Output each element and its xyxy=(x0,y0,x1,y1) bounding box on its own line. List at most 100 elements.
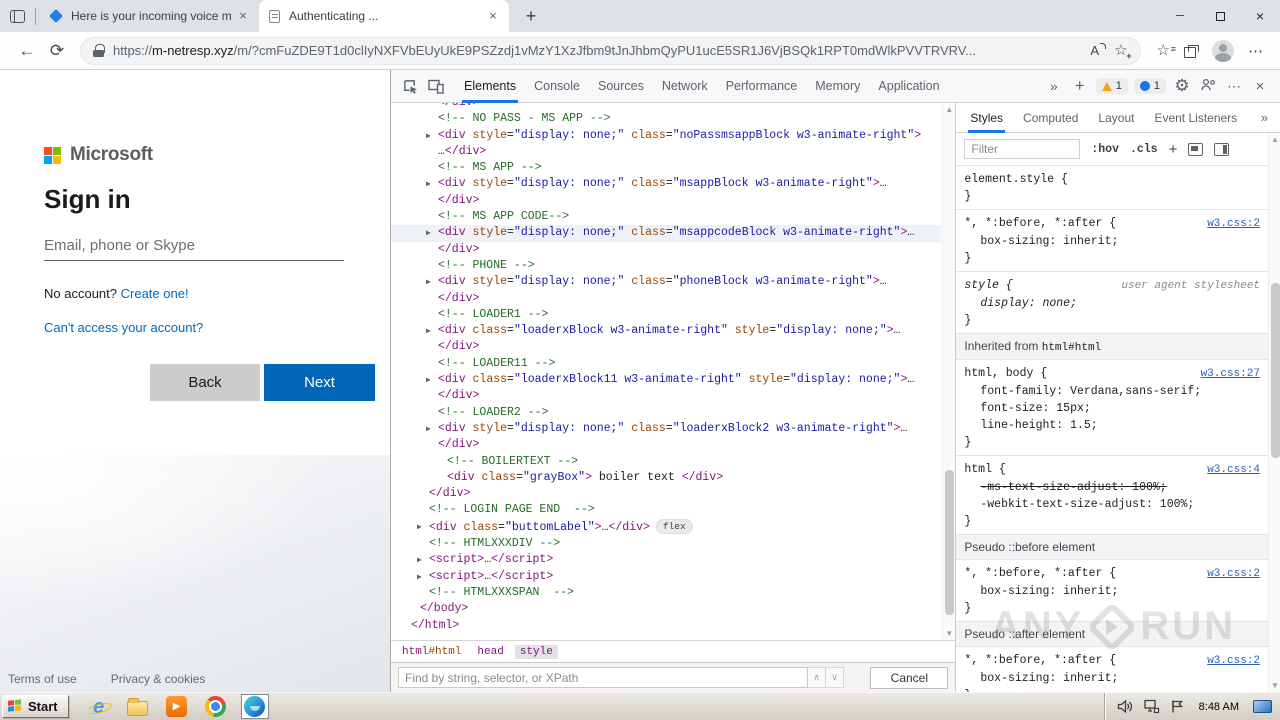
scroll-up-button[interactable]: ▲ xyxy=(1269,135,1280,144)
code-line[interactable]: </div> xyxy=(391,437,941,453)
stylesheet-source-link[interactable]: w3.css:2 xyxy=(1207,216,1260,233)
internet-explorer-taskbar-button[interactable]: e xyxy=(85,694,113,719)
devtools-tab-network[interactable]: Network xyxy=(653,70,717,103)
edge-taskbar-button[interactable] xyxy=(240,694,269,719)
code-line[interactable]: </div> xyxy=(391,242,941,258)
expand-arrow-icon[interactable]: ▶ xyxy=(417,520,422,536)
css-property[interactable]: font-family: Verdana,sans-serif; xyxy=(964,383,1260,400)
expand-arrow-icon[interactable]: ▶ xyxy=(426,129,431,145)
email-input[interactable] xyxy=(44,234,344,261)
expand-arrow-icon[interactable]: ▶ xyxy=(426,226,431,242)
tab-close-button[interactable]: × xyxy=(485,8,501,24)
breadcrumb-item[interactable]: head xyxy=(472,645,508,659)
sidebar-tab-styles[interactable]: Styles xyxy=(960,103,1013,133)
add-tools-button[interactable]: + xyxy=(1070,76,1090,96)
breadcrumb-item[interactable]: html#html xyxy=(397,645,466,659)
style-rule[interactable]: *, *:before, *:after {w3.css:2 box-sizing… xyxy=(956,647,1268,692)
vm-tray-icon[interactable] xyxy=(1253,700,1272,713)
collections-button[interactable] xyxy=(1184,44,1199,58)
stylesheet-source-link[interactable]: w3.css:2 xyxy=(1207,566,1260,583)
network-button[interactable] xyxy=(1143,699,1160,714)
devtools-tab-console[interactable]: Console xyxy=(525,70,589,103)
code-line[interactable]: </html> xyxy=(391,618,941,634)
flex-badge[interactable]: flex xyxy=(655,518,693,534)
browser-tab[interactable]: Here is your incoming voice m × xyxy=(41,0,259,32)
style-rule[interactable]: *, *:before, *:after {w3.css:2 box-sizing… xyxy=(956,560,1268,622)
more-tabs-button[interactable]: » xyxy=(1044,78,1064,94)
code-line[interactable]: <!-- HTMLXXXDIV --> xyxy=(391,536,941,552)
code-line[interactable]: </div> xyxy=(391,339,941,355)
file-explorer-taskbar-button[interactable] xyxy=(124,694,152,719)
sidebar-tab-event-listeners[interactable]: Event Listeners xyxy=(1144,103,1247,133)
stylesheet-source-link[interactable]: w3.css:2 xyxy=(1207,653,1260,670)
styles-scrollbar[interactable]: ▲ ▼ xyxy=(1268,133,1280,692)
css-property[interactable]: -webkit-text-size-adjust: 100%; xyxy=(964,496,1260,513)
devtools-tab-performance[interactable]: Performance xyxy=(717,70,807,103)
code-line[interactable]: ▶ <div class="loaderxBlock w3-animate-rig… xyxy=(391,323,941,339)
window-close-button[interactable]: × xyxy=(1240,0,1280,32)
code-line[interactable]: <!-- PHONE --> xyxy=(391,258,941,274)
cancel-button[interactable]: Cancel xyxy=(870,666,949,689)
device-toolbar-button[interactable] xyxy=(423,73,449,99)
css-property[interactable]: box-sizing: inherit; xyxy=(964,233,1260,250)
new-style-rule-button[interactable]: + xyxy=(1169,141,1178,158)
browser-menu-button[interactable]: ⋯ xyxy=(1248,42,1264,60)
sidebar-tab-layout[interactable]: Layout xyxy=(1088,103,1144,133)
expand-arrow-icon[interactable]: ▶ xyxy=(426,275,431,291)
warnings-badge[interactable]: 1 xyxy=(1095,78,1128,94)
favorites-button[interactable]: ☆ ≡ xyxy=(1157,43,1176,58)
devtools-profiles-button[interactable] xyxy=(1198,78,1218,94)
volume-button[interactable] xyxy=(1117,699,1133,714)
code-line[interactable]: <!-- LOADER11 --> xyxy=(391,356,941,372)
stylesheet-source-link[interactable]: w3.css:27 xyxy=(1201,366,1260,383)
devtools-tab-memory[interactable]: Memory xyxy=(806,70,869,103)
code-line[interactable]: <!-- LOGIN PAGE END --> xyxy=(391,502,941,518)
style-rule[interactable]: html, body {w3.css:27 font-family: Verdan… xyxy=(956,360,1268,456)
find-next-button[interactable]: ∨ xyxy=(826,667,844,688)
code-line[interactable]: </div> xyxy=(391,103,941,111)
devtools-tab-application[interactable]: Application xyxy=(869,70,948,103)
add-favorite-button[interactable]: ☆ + xyxy=(1114,43,1131,61)
code-line[interactable]: </div> xyxy=(391,486,941,502)
code-line[interactable]: ▶ <div style="display: none;" class="phon… xyxy=(391,274,941,290)
scrollbar-thumb[interactable] xyxy=(945,470,955,615)
code-line[interactable]: <!-- HTMLXXXSPAN --> xyxy=(391,585,941,601)
create-one-link[interactable]: Create one! xyxy=(121,286,189,301)
code-line[interactable]: ▶ <script>…</script> xyxy=(391,569,941,585)
code-line[interactable]: <!-- LOADER2 --> xyxy=(391,405,941,421)
code-line[interactable]: </div> xyxy=(391,193,941,209)
code-line[interactable]: ▶ <div style="display: none;" class="load… xyxy=(391,421,941,437)
css-property[interactable]: box-sizing: inherit; xyxy=(964,670,1260,687)
window-maximize-button[interactable] xyxy=(1200,0,1240,32)
devtools-menu-button[interactable]: ⋯ xyxy=(1224,78,1244,95)
code-line[interactable]: ▶ <div style="display: none;" class="msap… xyxy=(391,176,941,192)
scroll-down-button[interactable]: ▼ xyxy=(943,629,955,638)
code-line[interactable]: ▶ <div class="loaderxBlock11 w3-animate-r… xyxy=(391,372,941,388)
code-line[interactable]: …</div> xyxy=(391,144,941,160)
signin-next-button[interactable]: Next xyxy=(264,364,375,401)
tab-actions-menu-button[interactable] xyxy=(0,0,34,32)
inspect-element-button[interactable] xyxy=(397,73,423,99)
style-rule[interactable]: html {w3.css:4 -ms-text-size-adjust: 100%… xyxy=(956,456,1268,535)
cant-access-link[interactable]: Can't access your account? xyxy=(44,320,203,335)
expand-arrow-icon[interactable]: ▶ xyxy=(426,373,431,389)
code-line[interactable]: <!-- MS APP CODE--> xyxy=(391,209,941,225)
expand-arrow-icon[interactable]: ▶ xyxy=(426,324,431,340)
url-text[interactable]: https://m-netresp.xyz/m/?cmFuZDE9T1d0clI… xyxy=(113,43,1082,58)
toggle-element-state-button[interactable]: :hov xyxy=(1091,143,1119,156)
code-line[interactable]: ▶ <div class="buttomLabel">…</div> flex xyxy=(391,518,941,536)
css-property[interactable]: line-height: 1.5; xyxy=(964,417,1260,434)
tab-close-button[interactable]: × xyxy=(235,8,251,24)
issues-badge[interactable]: 1 xyxy=(1133,78,1166,94)
new-tab-button[interactable]: + xyxy=(517,2,545,30)
expand-arrow-icon[interactable]: ▶ xyxy=(417,570,422,586)
css-property[interactable]: display: none; xyxy=(964,295,1260,312)
code-line[interactable]: <!-- LOADER1 --> xyxy=(391,307,941,323)
styles-filter-input[interactable] xyxy=(964,139,1081,159)
code-line[interactable]: <!-- NO PASS - MS APP --> xyxy=(391,111,941,127)
address-bar[interactable]: https://m-netresp.xyz/m/?cmFuZDE9T1d0clI… xyxy=(80,36,1141,65)
clock[interactable]: 8:48 AM xyxy=(1199,701,1239,713)
privacy-link[interactable]: Privacy & cookies xyxy=(111,672,206,686)
code-line[interactable]: ▶ <div style="display: none;" class="msap… xyxy=(391,225,942,242)
sidebar-more-tabs-button[interactable]: » xyxy=(1261,110,1276,125)
